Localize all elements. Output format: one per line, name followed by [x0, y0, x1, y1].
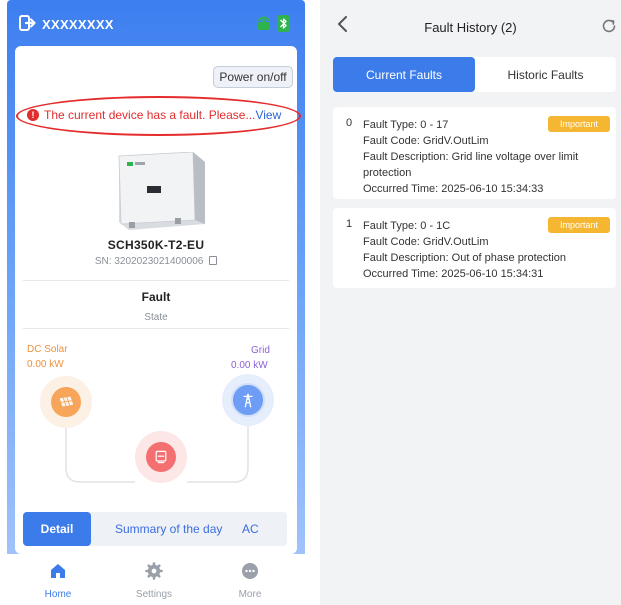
power-tower-icon: [231, 383, 265, 417]
inverter-node[interactable]: [135, 431, 187, 483]
app-header: XXXXXXXX: [7, 0, 305, 46]
fault-index: 1: [346, 218, 353, 230]
fault-message: The current device has a fault. Please..…: [44, 108, 256, 122]
connection-icon[interactable]: [255, 15, 273, 31]
refresh-icon[interactable]: [601, 18, 617, 34]
device-card: Power on/off ! The current device has a …: [15, 46, 301, 554]
solar-node[interactable]: [40, 376, 92, 428]
tab-summary-of-day[interactable]: Summary of the day: [115, 522, 222, 536]
device-name-title: XXXXXXXX: [42, 17, 114, 32]
fault-description: Fault Description: Out of phase protecti…: [363, 252, 566, 264]
nav-home[interactable]: Home: [23, 562, 93, 600]
copy-icon[interactable]: [209, 256, 218, 265]
power-toggle-button[interactable]: Power on/off: [213, 66, 293, 88]
divider: [23, 280, 289, 281]
importance-badge: Important: [548, 116, 610, 132]
tab-historic-faults[interactable]: Historic Faults: [475, 57, 616, 92]
inverter-image: [118, 152, 205, 230]
fault-code: Fault Code: GridV.OutLim: [363, 135, 489, 147]
device-model: SCH350K-T2-EU: [107, 238, 205, 252]
fault-view-link[interactable]: View: [255, 108, 281, 122]
home-icon: [51, 564, 65, 578]
fault-occurred-time: Occurred Time: 2025-06-10 15:34:31: [363, 268, 544, 280]
fault-description: Fault Description: Grid line voltage ove…: [363, 151, 579, 179]
nav-home-label: Home: [44, 589, 72, 600]
dc-solar-power: 0.00 kW: [27, 359, 64, 370]
device-state-label: State: [144, 312, 168, 323]
divider: [23, 328, 289, 329]
device-home-screen: XXXXXXXX Power on/off ! The current devi…: [7, 0, 305, 605]
nav-settings[interactable]: Settings: [119, 562, 189, 600]
grid-label: Grid: [251, 345, 270, 356]
alert-icon: !: [27, 109, 39, 121]
importance-badge: Important: [548, 217, 610, 233]
fault-history-screen: Fault History (2) Current Faults Histori…: [320, 0, 621, 605]
fault-card[interactable]: 0 Fault Type: 0 - 17 Fault Code: GridV.O…: [333, 107, 616, 199]
tab-ac[interactable]: AC: [242, 522, 259, 536]
serial-number-row: SN: 3202023021400006: [15, 256, 297, 267]
more-icon: [242, 563, 258, 579]
grid-node[interactable]: [222, 374, 274, 426]
tab-current-faults[interactable]: Current Faults: [333, 57, 475, 92]
nav-more[interactable]: More: [215, 562, 285, 600]
device-state-value: Fault: [141, 290, 171, 304]
inverter-icon: [146, 442, 176, 472]
grid-power: 0.00 kW: [231, 360, 268, 371]
fault-history-header: Fault History (2): [320, 0, 621, 48]
dc-solar-label: DC Solar: [27, 344, 68, 355]
page-title: Fault History (2): [424, 20, 517, 35]
logout-icon[interactable]: [19, 15, 37, 31]
nav-settings-label: Settings: [135, 589, 173, 600]
fault-index: 0: [346, 117, 353, 129]
fault-banner[interactable]: ! The current device has a fault. Please…: [27, 108, 281, 122]
solar-panel-icon: [51, 387, 81, 417]
bottom-navigation: Home Settings More: [7, 554, 305, 605]
bluetooth-icon[interactable]: [277, 15, 290, 32]
detail-tabs: Detail Summary of the day AC: [23, 512, 287, 546]
serial-number: SN: 3202023021400006: [94, 256, 204, 267]
nav-more-label: More: [238, 589, 262, 600]
tab-detail[interactable]: Detail: [23, 512, 91, 546]
fault-card[interactable]: 1 Fault Type: 0 - 1C Fault Code: GridV.O…: [333, 208, 616, 288]
gear-icon: [145, 562, 163, 580]
fault-code: Fault Code: GridV.OutLim: [363, 236, 489, 248]
fault-tabs: Current Faults Historic Faults: [333, 57, 616, 92]
fault-occurred-time: Occurred Time: 2025-06-10 15:34:33: [363, 183, 544, 195]
